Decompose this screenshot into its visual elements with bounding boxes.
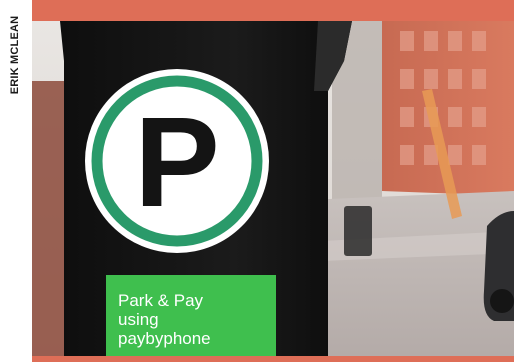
sticker-line-1: Park & Pay <box>118 291 204 310</box>
parking-letter: P <box>134 91 219 234</box>
photo-credit-strip: ERIK MCLEAN <box>0 0 30 362</box>
trash-bin <box>344 206 372 256</box>
sticker-line-3: paybyphone <box>118 329 211 348</box>
top-accent-bar <box>32 0 514 21</box>
parking-sign: P <box>85 69 269 253</box>
sticker-line-2: using <box>118 310 159 329</box>
pay-by-phone-sticker: Park & Pay using paybyphone <box>106 275 276 356</box>
parking-meter-photo: P Park & Pay using paybyphone <box>32 0 514 362</box>
photo-credit: ERIK MCLEAN <box>9 15 21 95</box>
bottom-accent-bar <box>32 356 514 362</box>
